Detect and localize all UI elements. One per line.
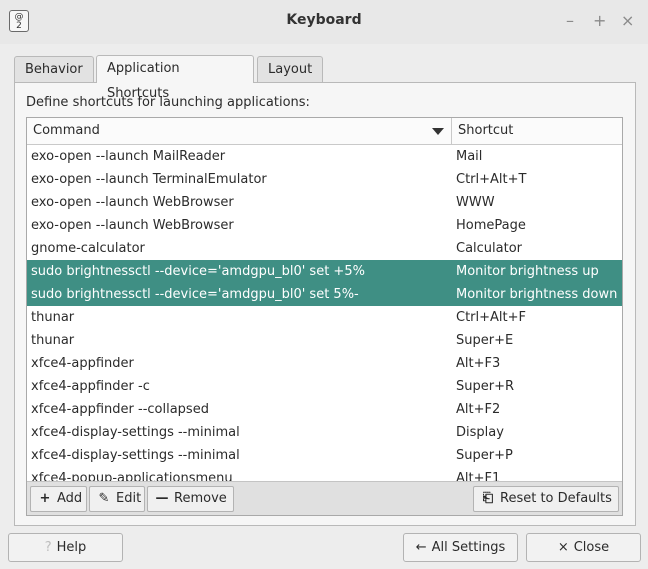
table-row[interactable]: sudo brightnessctl --device='amdgpu_bl0'…	[27, 260, 622, 283]
table-header: Command Shortcut	[27, 118, 622, 145]
column-header-command[interactable]: Command	[27, 118, 452, 144]
table-row[interactable]: xfce4-appfinder -c Super+R	[27, 375, 622, 398]
shortcut-cell: Alt+F1	[456, 471, 501, 481]
shortcut-cell: Super+R	[456, 379, 515, 394]
close-window-icon[interactable]: ×	[621, 11, 634, 31]
minus-icon: —	[155, 491, 169, 506]
command-cell: sudo brightnessctl --device='amdgpu_bl0'…	[31, 264, 365, 279]
tab-behavior-label: Behavior	[25, 62, 83, 77]
sort-descending-icon[interactable]	[432, 128, 444, 135]
close-button[interactable]: × Close	[526, 533, 641, 562]
table-toolbar: + Add ✎ Edit — Remove ⎗ Reset to Defaults	[27, 481, 622, 515]
table-row[interactable]: thunar Super+E	[27, 329, 622, 352]
command-cell: exo-open --launch MailReader	[31, 149, 226, 164]
maximize-icon[interactable]: +	[593, 11, 606, 31]
shortcut-cell: Monitor brightness up	[456, 264, 599, 279]
table-row[interactable]: xfce4-appfinder --collapsed Alt+F2	[27, 398, 622, 421]
close-icon: ×	[557, 540, 569, 555]
table-row[interactable]: exo-open --launch WebBrowser HomePage	[27, 214, 622, 237]
shortcut-cell: Display	[456, 425, 504, 440]
shortcut-cell: Alt+F3	[456, 356, 501, 371]
shortcut-cell: Super+E	[456, 333, 514, 348]
window-title: Keyboard	[286, 12, 362, 28]
shortcut-cell: Super+P	[456, 448, 513, 463]
command-cell: xfce4-appfinder	[31, 356, 134, 371]
minimize-icon[interactable]: –	[566, 11, 574, 31]
command-cell: xfce4-display-settings --minimal	[31, 425, 240, 440]
tab-application-shortcuts-label: Application Shortcuts	[107, 61, 180, 101]
remove-label: Remove	[174, 491, 227, 506]
command-cell: xfce4-popup-applicationsmenu	[31, 471, 233, 481]
all-settings-button[interactable]: ← All Settings	[403, 533, 518, 562]
edit-button[interactable]: ✎ Edit	[89, 486, 145, 512]
tab-layout[interactable]: Layout	[257, 56, 323, 82]
table-row[interactable]: thunar Ctrl+Alt+F	[27, 306, 622, 329]
table-row[interactable]: exo-open --launch TerminalEmulator Ctrl+A…	[27, 168, 622, 191]
remove-button[interactable]: — Remove	[147, 486, 234, 512]
table-row[interactable]: xfce4-display-settings --minimal Display	[27, 421, 622, 444]
arrow-left-icon: ←	[415, 540, 427, 555]
table-row[interactable]: sudo brightnessctl --device='amdgpu_bl0'…	[27, 283, 622, 306]
command-cell: exo-open --launch TerminalEmulator	[31, 172, 267, 187]
edit-label: Edit	[116, 491, 142, 506]
reset-to-defaults-button[interactable]: ⎗ Reset to Defaults	[473, 486, 619, 512]
shortcut-cell: Monitor brightness down	[456, 287, 618, 302]
add-button[interactable]: + Add	[30, 486, 87, 512]
add-label: Add	[57, 491, 83, 506]
table-body: exo-open --launch MailReader Mail exo-open…	[27, 145, 622, 481]
command-cell: thunar	[31, 310, 75, 325]
tab-panel: Define shortcuts for launching applicati…	[14, 82, 636, 526]
title-bar: @2 Keyboard – + ×	[0, 0, 648, 44]
all-settings-label: All Settings	[431, 540, 506, 555]
reset-label: Reset to Defaults	[500, 491, 612, 506]
column-shortcut-label: Shortcut	[458, 123, 514, 138]
shortcut-cell: HomePage	[456, 218, 526, 233]
shortcut-cell: Ctrl+Alt+F	[456, 310, 526, 325]
table-row[interactable]: gnome-calculator Calculator	[27, 237, 622, 260]
command-cell: exo-open --launch WebBrowser	[31, 195, 234, 210]
shortcut-cell: Calculator	[456, 241, 523, 256]
table-row[interactable]: xfce4-display-settings --minimal Super+P	[27, 444, 622, 467]
command-cell: xfce4-appfinder -c	[31, 379, 150, 394]
shortcut-cell: Mail	[456, 149, 483, 164]
help-icon: ?	[44, 540, 52, 555]
shortcut-cell: WWW	[456, 195, 495, 210]
command-cell: thunar	[31, 333, 75, 348]
tab-behavior[interactable]: Behavior	[14, 56, 94, 82]
pencil-icon: ✎	[98, 491, 110, 506]
plus-icon: +	[39, 491, 51, 506]
shortcut-cell: Ctrl+Alt+T	[456, 172, 527, 187]
command-cell: xfce4-display-settings --minimal	[31, 448, 240, 463]
command-cell: exo-open --launch WebBrowser	[31, 218, 234, 233]
column-command-label: Command	[33, 123, 100, 138]
command-cell: gnome-calculator	[31, 241, 145, 256]
command-cell: xfce4-appfinder --collapsed	[31, 402, 209, 417]
table-row[interactable]: exo-open --launch MailReader Mail	[27, 145, 622, 168]
tab-layout-label: Layout	[268, 62, 313, 77]
table-row[interactable]: xfce4-appfinder Alt+F3	[27, 352, 622, 375]
table-row[interactable]: exo-open --launch WebBrowser WWW	[27, 191, 622, 214]
tab-application-shortcuts[interactable]: Application Shortcuts	[96, 55, 254, 101]
column-header-shortcut[interactable]: Shortcut	[452, 118, 622, 144]
shortcut-cell: Alt+F2	[456, 402, 501, 417]
close-label: Close	[573, 540, 610, 555]
help-button[interactable]: ? Help	[8, 533, 123, 562]
shortcuts-table: Command Shortcut exo-open --launch MailR…	[26, 117, 623, 516]
help-label: Help	[56, 540, 87, 555]
revert-document-icon: ⎗	[482, 491, 494, 506]
table-row[interactable]: xfce4-popup-applicationsmenu Alt+F1	[27, 467, 622, 481]
command-cell: sudo brightnessctl --device='amdgpu_bl0'…	[31, 287, 359, 302]
